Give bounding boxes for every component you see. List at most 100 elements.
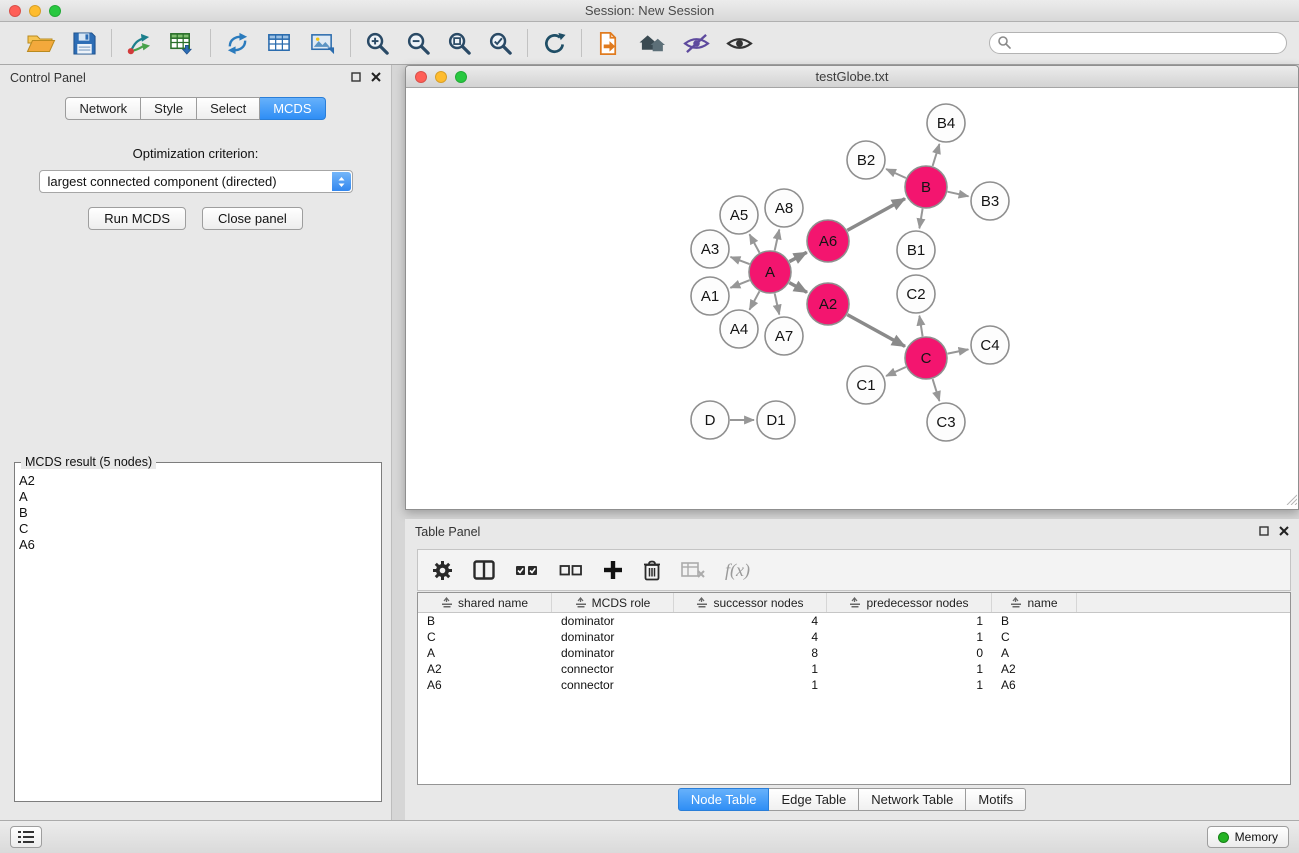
- tab-network-table[interactable]: Network Table: [859, 788, 966, 811]
- open-recent-session-icon[interactable]: [596, 31, 621, 56]
- node-C3[interactable]: C3: [927, 403, 965, 441]
- network-zoom-button[interactable]: [455, 71, 467, 83]
- edge-B-B4[interactable]: [933, 144, 940, 166]
- edge-A2-C[interactable]: [847, 315, 905, 347]
- close-table-panel-icon[interactable]: [1279, 525, 1289, 539]
- node-A4[interactable]: A4: [720, 310, 758, 348]
- network-canvas[interactable]: B4B2BB3B1A5A8A6A3AA1A2C2A4A7C4CC1C3DD1: [406, 89, 1298, 509]
- edge-A-A6[interactable]: [789, 252, 806, 261]
- table-row[interactable]: Bdominator41B: [418, 613, 1290, 629]
- refresh-icon[interactable]: [542, 31, 567, 56]
- node-C4[interactable]: C4: [971, 326, 1009, 364]
- edge-B-B2[interactable]: [886, 169, 906, 178]
- edge-C-C1[interactable]: [886, 367, 906, 376]
- tab-select[interactable]: Select: [197, 97, 260, 120]
- node-C2[interactable]: C2: [897, 275, 935, 313]
- table-row[interactable]: A6connector11A6: [418, 677, 1290, 693]
- node-A2[interactable]: A2: [807, 283, 849, 325]
- edge-C-C2[interactable]: [919, 316, 922, 337]
- edge-C-C3[interactable]: [933, 379, 940, 401]
- gear-icon[interactable]: [432, 560, 453, 581]
- result-item[interactable]: C: [19, 521, 377, 537]
- select-all-icon[interactable]: [515, 561, 539, 579]
- edge-B-B1[interactable]: [919, 209, 922, 229]
- minimize-window-button[interactable]: [29, 5, 41, 17]
- function-builder-icon[interactable]: f(x): [725, 560, 750, 581]
- node-B4[interactable]: B4: [927, 104, 965, 142]
- node-B3[interactable]: B3: [971, 182, 1009, 220]
- column-header-mcds-role[interactable]: MCDS role: [552, 593, 674, 612]
- node-A3[interactable]: A3: [691, 230, 729, 268]
- import-table-icon[interactable]: [169, 31, 196, 56]
- hide-panel-eye-slash-icon[interactable]: [683, 32, 710, 55]
- search-input[interactable]: [1016, 36, 1279, 50]
- delete-table-icon[interactable]: [681, 561, 705, 579]
- new-network-icon[interactable]: [225, 31, 250, 56]
- column-header-successor-nodes[interactable]: successor nodes: [674, 593, 827, 612]
- result-item[interactable]: A2: [19, 473, 377, 489]
- node-A5[interactable]: A5: [720, 196, 758, 234]
- tab-edge-table[interactable]: Edge Table: [769, 788, 859, 811]
- node-A8[interactable]: A8: [765, 189, 803, 227]
- node-A7[interactable]: A7: [765, 317, 803, 355]
- edge-A-A8[interactable]: [775, 230, 780, 251]
- import-network-icon[interactable]: [126, 31, 153, 56]
- node-B1[interactable]: B1: [897, 231, 935, 269]
- memory-button[interactable]: Memory: [1207, 826, 1289, 848]
- edge-A-A2[interactable]: [789, 283, 807, 293]
- node-table[interactable]: shared nameMCDS rolesuccessor nodesprede…: [417, 592, 1291, 785]
- zoom-selected-icon[interactable]: [488, 31, 513, 56]
- result-item[interactable]: B: [19, 505, 377, 521]
- node-A6[interactable]: A6: [807, 220, 849, 262]
- show-columns-icon[interactable]: [473, 560, 495, 580]
- show-panel-eye-icon[interactable]: [726, 32, 753, 55]
- result-item[interactable]: A: [19, 489, 377, 505]
- edge-B-B3[interactable]: [948, 192, 969, 197]
- add-row-plus-icon[interactable]: [603, 560, 623, 580]
- zoom-fit-icon[interactable]: [447, 31, 472, 56]
- tab-mcds[interactable]: MCDS: [260, 97, 325, 120]
- unselect-all-icon[interactable]: [559, 561, 583, 579]
- close-panel-button[interactable]: Close panel: [202, 207, 303, 230]
- node-C1[interactable]: C1: [847, 366, 885, 404]
- result-item[interactable]: A6: [19, 537, 377, 553]
- edge-A-A5[interactable]: [750, 234, 760, 252]
- edge-A-A1[interactable]: [730, 280, 749, 288]
- task-history-button[interactable]: [10, 826, 42, 848]
- table-row[interactable]: Cdominator41C: [418, 629, 1290, 645]
- table-row[interactable]: A2connector11A2: [418, 661, 1290, 677]
- close-window-button[interactable]: [9, 5, 21, 17]
- search-box[interactable]: [989, 32, 1287, 54]
- node-A[interactable]: A: [749, 251, 791, 293]
- open-session-icon[interactable]: [26, 30, 56, 56]
- column-header-shared-name[interactable]: shared name: [418, 593, 552, 612]
- tab-node-table[interactable]: Node Table: [678, 788, 770, 811]
- tab-style[interactable]: Style: [141, 97, 197, 120]
- export-image-icon[interactable]: [309, 31, 336, 56]
- network-close-button[interactable]: [415, 71, 427, 83]
- column-header-predecessor-nodes[interactable]: predecessor nodes: [827, 593, 992, 612]
- node-A1[interactable]: A1: [691, 277, 729, 315]
- table-row[interactable]: Adominator80A: [418, 645, 1290, 661]
- edge-A-A3[interactable]: [731, 257, 750, 264]
- edge-A-A4[interactable]: [750, 291, 760, 309]
- network-table-icon[interactable]: [266, 31, 293, 56]
- trash-icon[interactable]: [643, 560, 661, 581]
- zoom-window-button[interactable]: [49, 5, 61, 17]
- node-B[interactable]: B: [905, 166, 947, 208]
- home-icon[interactable]: [637, 31, 667, 56]
- zoom-in-icon[interactable]: [365, 31, 390, 56]
- optimization-criterion-select[interactable]: largest connected component (directed): [39, 170, 353, 193]
- resize-grip-icon[interactable]: [1285, 493, 1297, 508]
- node-D[interactable]: D: [691, 401, 729, 439]
- float-table-panel-icon[interactable]: [1259, 525, 1269, 539]
- node-B2[interactable]: B2: [847, 141, 885, 179]
- edge-A6-B[interactable]: [847, 199, 905, 231]
- edge-C-C4[interactable]: [948, 349, 969, 353]
- edge-A-A7[interactable]: [775, 294, 780, 315]
- tab-motifs[interactable]: Motifs: [966, 788, 1026, 811]
- tab-network[interactable]: Network: [65, 97, 141, 120]
- run-mcds-button[interactable]: Run MCDS: [88, 207, 186, 230]
- column-header-name[interactable]: name: [992, 593, 1077, 612]
- close-panel-icon[interactable]: [371, 71, 381, 85]
